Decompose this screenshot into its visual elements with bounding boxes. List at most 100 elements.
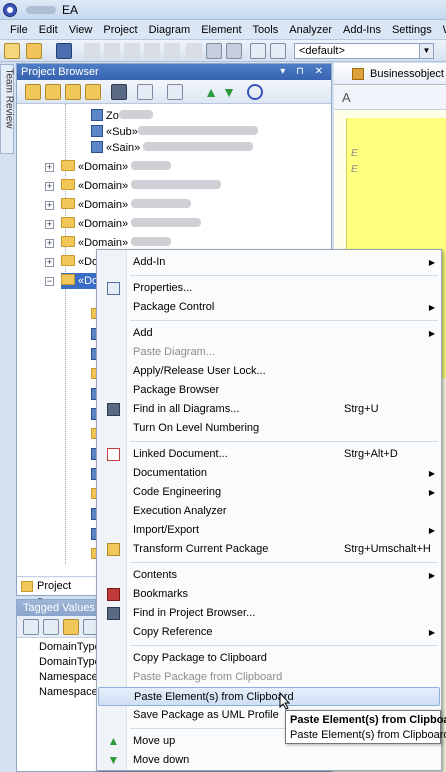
context-menu-item[interactable]: Copy Package to Clipboard (98, 649, 440, 668)
context-menu-item[interactable]: Contents ▶ (98, 566, 440, 585)
team-review-tab[interactable]: Team Review (0, 64, 15, 154)
help-icon[interactable] (247, 84, 263, 100)
menu-item[interactable]: Tools (247, 20, 284, 40)
context-menu-item[interactable]: Execution Analyzer (98, 502, 440, 521)
context-menu-item[interactable]: Copy Reference ▶ (98, 623, 440, 642)
tree-item-label: «Domain» (78, 161, 132, 173)
context-menu-item[interactable]: Documentation ▶ (98, 464, 440, 483)
context-menu-item[interactable]: Package Browser (98, 381, 440, 400)
print-preview-icon[interactable] (206, 43, 222, 59)
arrow-up-icon[interactable]: ▲ (203, 84, 219, 100)
context-menu-item[interactable]: Paste Package from Clipboard (98, 668, 440, 687)
tree-item[interactable]: «Sain» (91, 140, 254, 156)
sort-icon[interactable] (43, 619, 59, 635)
expand-icon[interactable]: + (45, 220, 54, 229)
menu-item[interactable]: Project (97, 20, 142, 40)
context-menu-item-label: Add (133, 327, 153, 339)
context-menu-item[interactable]: Add-In ▶ (98, 253, 440, 272)
undo-icon[interactable] (144, 43, 160, 59)
copy-icon[interactable] (104, 43, 120, 59)
context-menu-item[interactable]: Bookmarks (98, 585, 440, 604)
menu-item[interactable]: Add-Ins (337, 20, 386, 40)
menu-item[interactable]: Diagram (143, 20, 196, 40)
project-browser-tab[interactable]: Project Browse (16, 578, 104, 609)
redo-icon[interactable] (164, 43, 180, 59)
new-element-icon[interactable] (65, 84, 81, 100)
context-menu-item-label: Paste Element(s) from Clipboard (134, 691, 294, 703)
package-icon (91, 125, 103, 137)
redacted-text (131, 199, 192, 208)
menu-item[interactable]: Analyzer (283, 20, 337, 40)
pane-controls[interactable]: ▾ ⊓ ✕ (280, 64, 327, 80)
menu-item[interactable]: File (4, 20, 33, 40)
expand-icon[interactable]: + (45, 239, 54, 248)
menu-item[interactable]: Edit (33, 20, 63, 40)
categorized-icon[interactable] (23, 619, 39, 635)
folder-icon (61, 217, 75, 228)
binoculars-icon[interactable] (111, 84, 127, 100)
context-menu-item[interactable]: Transform Current Package Strg+Umschalt+H (98, 540, 440, 559)
context-menu-item[interactable]: Package Control ▶ (98, 298, 440, 317)
context-menu-item[interactable]: Apply/Release User Lock... (98, 362, 440, 381)
tree-item[interactable]: «Domain» (61, 178, 222, 194)
context-menu-item[interactable]: Find in Project Browser... (98, 604, 440, 623)
context-menu-item[interactable]: Import/Export ▶ (98, 521, 440, 540)
new-package-icon[interactable] (25, 84, 41, 100)
context-menu-item[interactable]: Linked Document... Strg+Alt+D (98, 445, 440, 464)
context-menu-item-label: Execution Analyzer (133, 505, 227, 517)
expand-icon[interactable]: − (45, 277, 54, 286)
transform-icon (107, 543, 120, 556)
tree-item[interactable]: «Domain» (61, 159, 172, 175)
delete-icon[interactable] (186, 43, 202, 59)
tree-item[interactable]: Zo (91, 108, 153, 124)
zoom-icon[interactable] (270, 43, 286, 59)
package-view-icon[interactable] (85, 84, 101, 100)
add-tag-icon[interactable] (63, 619, 79, 635)
chevron-down-icon[interactable]: ▼ (419, 44, 433, 58)
redacted-text (131, 161, 172, 170)
open-icon[interactable] (26, 43, 42, 59)
tree-item[interactable]: «Domain» (61, 197, 192, 213)
menu-item[interactable]: Element (195, 20, 246, 40)
cut-icon[interactable] (84, 43, 100, 59)
arrow-down-icon[interactable]: ▼ (221, 84, 237, 100)
context-menu-item[interactable]: Properties... (98, 279, 440, 298)
context-menu-item[interactable]: ▼ Move down (98, 751, 440, 770)
menu-item[interactable]: W (437, 20, 446, 40)
menu-item[interactable]: View (63, 20, 98, 40)
tooltip-title: Paste Element(s) from Clipboard (290, 714, 446, 726)
context-menu-item-label: Move down (133, 754, 190, 766)
properties-toolbar-icon[interactable] (137, 84, 153, 100)
workspace-combo-value: <default> (299, 45, 345, 57)
expand-icon[interactable]: + (45, 201, 54, 210)
save-icon[interactable] (56, 43, 72, 59)
tree-item[interactable]: «Sub» (91, 124, 258, 140)
document-tab[interactable]: Businessobject D (334, 63, 446, 85)
linked-document-icon (107, 448, 120, 461)
menu-separator (130, 441, 438, 442)
shortcut-label: Strg+Alt+D (344, 448, 398, 460)
context-menu-item-label: Linked Document... (133, 448, 228, 460)
context-menu-item[interactable]: Find in all Diagrams... Strg+U (98, 400, 440, 419)
print-icon[interactable] (226, 43, 242, 59)
context-menu-item[interactable]: Turn On Level Numbering (98, 419, 440, 438)
expand-icon[interactable]: + (45, 163, 54, 172)
team-review-label: Team Review (3, 68, 15, 129)
context-menu-item[interactable]: Add ▶ (98, 324, 440, 343)
context-menu-item[interactable]: Code Engineering ▶ (98, 483, 440, 502)
menu-item[interactable]: Settings (386, 20, 437, 40)
main-toolbar: <default> ▼ (0, 40, 446, 62)
find-icon[interactable] (250, 43, 266, 59)
context-menu-item[interactable]: Paste Element(s) from Clipboard (98, 687, 440, 706)
paste-icon[interactable] (124, 43, 140, 59)
tree-item[interactable]: «Domain» (61, 216, 202, 232)
new-diagram-icon[interactable] (45, 84, 61, 100)
expand-icon[interactable]: + (45, 182, 54, 191)
font-icon[interactable]: A (342, 90, 351, 105)
expand-icon[interactable]: + (45, 258, 54, 267)
context-menu-item[interactable]: Paste Diagram... (98, 343, 440, 362)
workspace-combo[interactable]: <default> ▼ (294, 43, 434, 59)
new-icon[interactable] (4, 43, 20, 59)
app-icon (3, 3, 17, 17)
options-icon[interactable] (167, 84, 183, 100)
